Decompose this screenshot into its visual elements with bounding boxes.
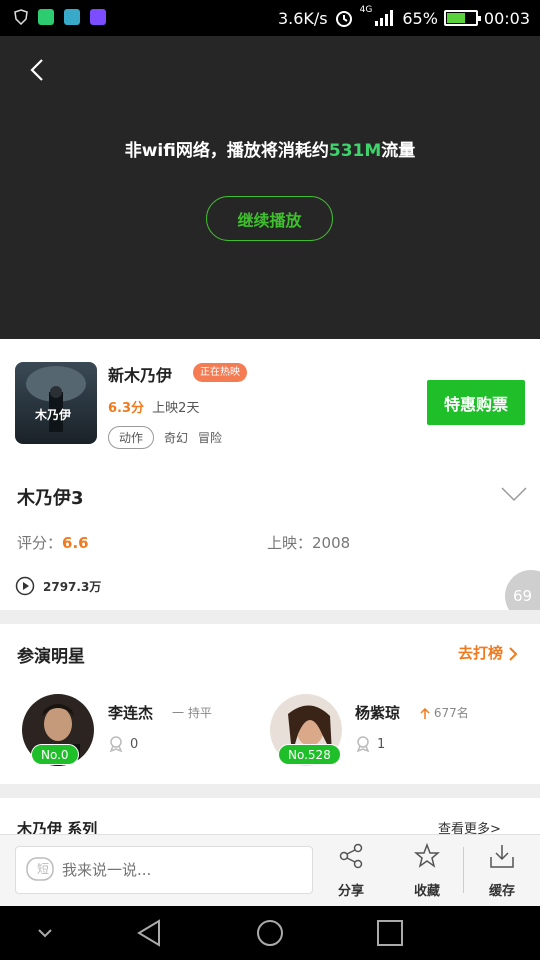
release-label: 上映：: [267, 534, 313, 552]
battery-icon: [443, 10, 481, 26]
share-icon: [339, 843, 363, 869]
alarm-icon: [335, 11, 352, 27]
star-icon: [414, 843, 440, 868]
poster-title: 木乃伊: [35, 408, 72, 422]
play-count-icon: [15, 576, 35, 596]
rating-label: 评分：: [17, 534, 63, 552]
series-title: 木乃伊3: [17, 488, 84, 509]
continue-play-button[interactable]: 继续播放: [206, 196, 333, 241]
chevron-right-icon: [509, 646, 518, 661]
go-rank-link[interactable]: 去打榜: [458, 642, 518, 663]
actor-trend: 677名: [420, 704, 469, 721]
actor-trend: 一 持平: [172, 706, 212, 720]
comment-icon-label: 短: [37, 862, 50, 876]
poster-image: [15, 362, 97, 444]
tag-fantasy[interactable]: 奇幻: [164, 429, 188, 446]
favorite-button[interactable]: 收藏: [397, 843, 457, 899]
actor-likes-count: 0: [130, 736, 139, 752]
back-icon[interactable]: [20, 52, 56, 88]
cloud-notification-icon: [64, 9, 80, 25]
clock: 00:03: [483, 8, 530, 28]
play-count: 2797.3万: [15, 576, 101, 596]
chevron-down-icon[interactable]: [30, 918, 60, 948]
cast-section-title: 参演明星: [17, 647, 85, 667]
network-type: 4G: [359, 5, 373, 15]
movie-score-line: 6.3分 上映2天: [108, 397, 199, 416]
release-year: 2008: [312, 534, 351, 552]
rating-value: 6.6: [62, 534, 89, 552]
share-button[interactable]: 分享: [321, 843, 381, 899]
download-icon: [490, 845, 514, 868]
comment-input[interactable]: [62, 861, 282, 879]
actor-card[interactable]: No.0 李连杰 一 持平 0: [0, 690, 270, 770]
status-bar: 3.6K/s 4G 65% 00:03: [0, 0, 540, 36]
movie-release-days: 上映2天: [152, 401, 200, 416]
share-label: 分享: [337, 884, 364, 899]
chevron-down-icon[interactable]: [501, 486, 527, 502]
movie-poster[interactable]: 木乃伊: [15, 362, 97, 444]
movie-title: 新木乃伊: [108, 366, 173, 385]
status-right: 3.6K/s 4G 65% 00:03: [278, 0, 530, 36]
recents-nav-icon[interactable]: [375, 918, 405, 948]
comment-box[interactable]: 短: [15, 846, 313, 894]
back-nav-icon[interactable]: [135, 918, 165, 948]
section-divider: [0, 610, 540, 624]
actor-card[interactable]: No.528 杨紫琼 677名 1: [270, 690, 540, 770]
warning-amount: 531M: [328, 141, 382, 161]
actor-rank-badge: No.0: [31, 744, 79, 765]
home-nav-icon[interactable]: [255, 918, 285, 948]
tag-action[interactable]: 动作: [108, 426, 155, 449]
series-rating: 评分：6.6: [17, 532, 89, 553]
cache-button[interactable]: 缓存: [472, 843, 532, 899]
series-release: 上映：2008: [267, 532, 350, 553]
toolbar-divider: [463, 847, 464, 893]
app-notification-icon: [38, 9, 54, 25]
movie-tags: 动作 奇幻 冒险: [108, 426, 222, 449]
warning-suffix: 流量: [381, 141, 416, 161]
status-left-icons: [14, 9, 106, 25]
shield-icon: [14, 9, 28, 25]
video-player[interactable]: 非wifi网络，播放将消耗约531M流量 继续播放: [0, 36, 540, 339]
movie-score: 6.3分: [108, 401, 145, 416]
data-usage-warning: 非wifi网络，播放将消耗约531M流量: [0, 136, 540, 161]
system-nav-bar: [0, 906, 540, 960]
warning-prefix: 非wifi网络，播放将消耗约: [124, 141, 329, 161]
actor-trend-value: 677名: [433, 706, 469, 720]
actor-name: 杨紫琼: [355, 704, 401, 722]
cache-label: 缓存: [488, 884, 515, 899]
bottom-toolbar: 短 分享 收藏 缓存: [0, 834, 540, 906]
actor-likes[interactable]: 1: [355, 736, 385, 752]
medal-icon: [109, 736, 123, 752]
network-speed: 3.6K/s: [277, 8, 328, 28]
now-showing-badge: 正在热映: [193, 363, 247, 382]
section-divider: [0, 784, 540, 798]
favorite-label: 收藏: [413, 884, 440, 899]
gallery-notification-icon: [90, 9, 106, 25]
battery-percent: 65%: [402, 8, 438, 28]
arrow-up-icon: [420, 707, 430, 719]
actor-name: 李连杰: [108, 704, 154, 722]
actor-likes[interactable]: 0: [108, 736, 138, 752]
actor-likes-count: 1: [377, 736, 386, 752]
actor-rank-badge: No.528: [278, 744, 341, 765]
play-count-value: 2797.3万: [43, 579, 102, 594]
rank-link-label: 去打榜: [458, 644, 504, 662]
signal-icon: [375, 10, 394, 26]
tag-adventure[interactable]: 冒险: [198, 429, 222, 446]
medal-icon: [356, 736, 370, 752]
buy-ticket-button[interactable]: 特惠购票: [427, 380, 525, 425]
